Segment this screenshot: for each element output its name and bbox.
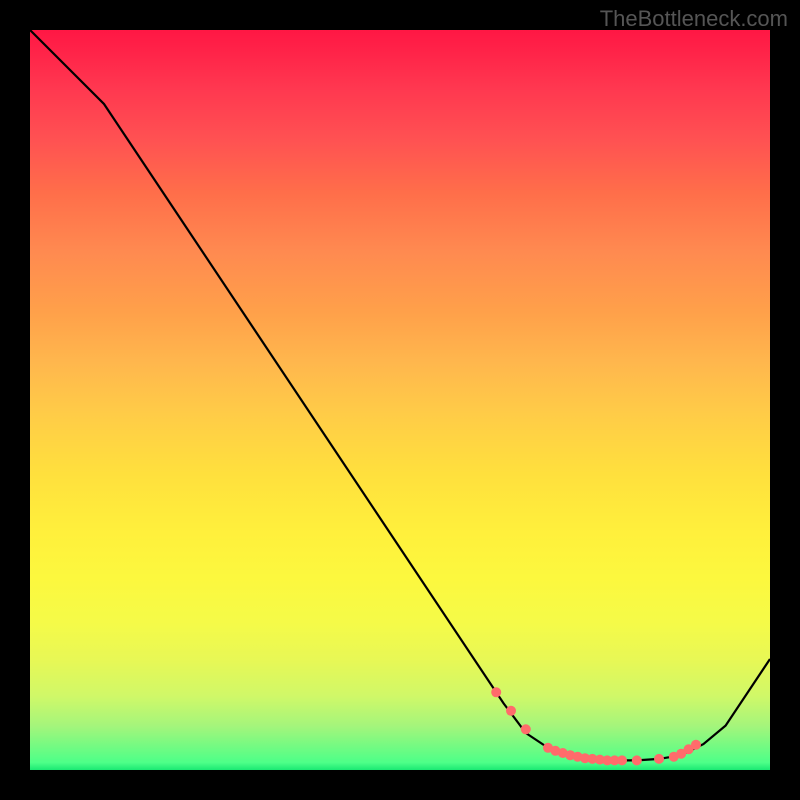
- marker-dot: [506, 706, 516, 716]
- plot-area: [30, 30, 770, 770]
- marker-dot: [632, 755, 642, 765]
- chart-svg: [30, 30, 770, 770]
- highlight-markers: [491, 687, 701, 765]
- marker-dot: [617, 755, 627, 765]
- marker-dot: [521, 724, 531, 734]
- marker-dot: [491, 687, 501, 697]
- bottleneck-curve: [30, 30, 770, 760]
- marker-dot: [654, 754, 664, 764]
- watermark-text: TheBottleneck.com: [600, 6, 788, 32]
- marker-dot: [691, 740, 701, 750]
